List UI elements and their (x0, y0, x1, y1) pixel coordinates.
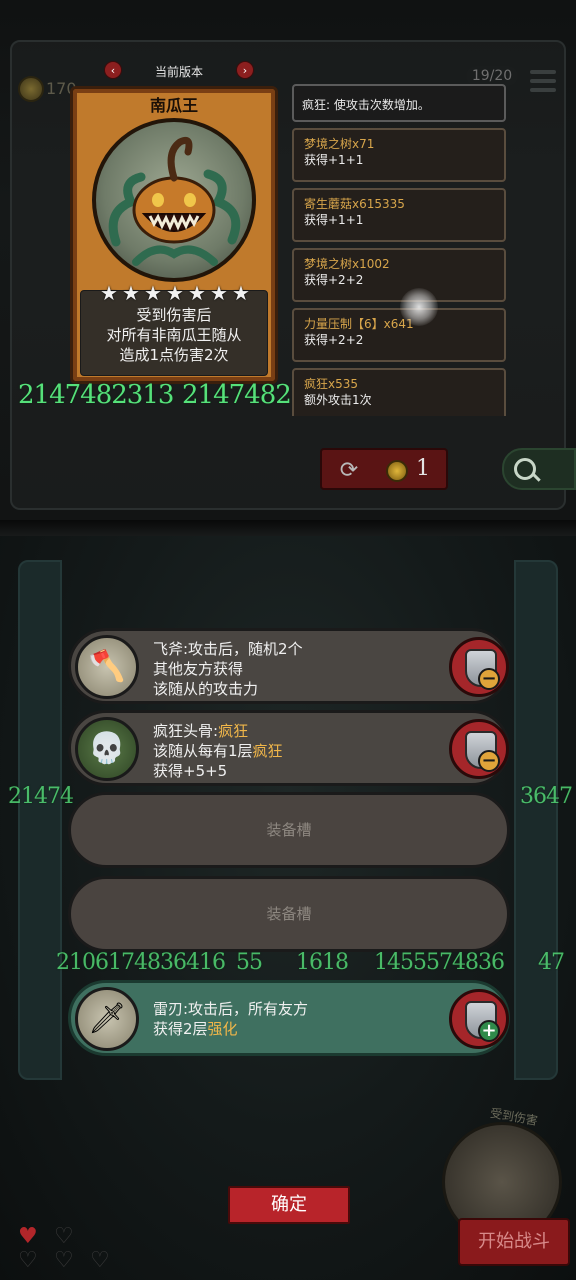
attack-value: 2147482313 (18, 380, 174, 410)
search-button[interactable] (502, 448, 576, 490)
buff-source: 梦境之树x1002 (304, 257, 390, 271)
keyword: 疯狂 (252, 742, 283, 760)
overlay-number: 1455574836 (374, 950, 505, 975)
desc-line: 该随从每有1层 (153, 742, 253, 760)
overlay-number: 2106174836416 (56, 950, 226, 975)
star-icon: ★ (232, 281, 250, 305)
minion-card[interactable]: 南瓜王 受到伤害后 对所有非南瓜王随从 造成1点伤害2次 ★ ★ ★ ★ ★ ★… (70, 86, 278, 384)
lives-indicator: ♥ ♡ ♡ ♡ ♡ (14, 1226, 114, 1276)
overlay-number: 21474 (8, 784, 74, 809)
skull-glyph: 💀 (88, 731, 126, 766)
search-icon-handle (532, 473, 541, 482)
star-icon: ★ (144, 281, 162, 305)
pumpkin-icon (108, 136, 241, 266)
card-desc-line: 受到伤害后 (136, 306, 212, 324)
equipment-slot-skull[interactable]: 💀 疯狂头骨:疯狂 该随从每有1层疯狂 获得+5+5 − (68, 710, 510, 786)
unequip-button[interactable]: − (449, 719, 509, 779)
health-value: 2147482 (182, 380, 292, 410)
desc-line: 飞斧:攻击后，随机2个 (153, 640, 303, 658)
star-icon: ★ (188, 281, 206, 305)
card-name: 南瓜王 (149, 96, 198, 115)
start-battle-button[interactable]: 开始战斗 (458, 1218, 570, 1266)
star-icon: ★ (100, 281, 118, 305)
star-icon: ★ (210, 281, 228, 305)
keyword: 疯狂 (218, 722, 249, 740)
buff-effect: 获得+2+2 (304, 333, 364, 347)
list-item: 梦境之树x71 获得+1+1 (292, 128, 506, 182)
list-item: 梦境之树x1002 获得+2+2 (292, 248, 506, 302)
blade-glyph: 🗡 (87, 1001, 127, 1036)
minus-icon: − (478, 750, 500, 772)
coin-icon (386, 460, 408, 482)
desc-line: 获得2层 (153, 1020, 208, 1038)
heart-icon: ♡ (90, 1248, 110, 1273)
equipment-slot-blade[interactable]: 🗡 雷刃:攻击后，所有友方 获得2层强化 + (68, 980, 510, 1056)
buff-effect: 获得+2+2 (304, 273, 364, 287)
list-item: 疯狂x535 额外攻击1次 (292, 368, 506, 416)
star-rating: ★ ★ ★ ★ ★ ★ ★ (100, 282, 250, 304)
buff-effect: 获得+1+1 (304, 153, 364, 167)
empty-equipment-slot[interactable]: 装备槽 (68, 876, 510, 952)
desc-line: 其他友方获得 (153, 660, 244, 678)
equipment-description: 疯狂头骨:疯狂 该随从每有1层疯狂 获得+5+5 (153, 721, 443, 781)
next-version-button[interactable]: › (236, 61, 254, 79)
heart-icon: ♥ (18, 1224, 38, 1249)
list-item: 寄生蘑菇x615335 获得+1+1 (292, 188, 506, 242)
menu-icon[interactable] (530, 70, 556, 94)
star-icon: ★ (122, 281, 140, 305)
version-label: 当前版本 (154, 65, 203, 79)
slot-label: 装备槽 (266, 821, 312, 839)
equip-button[interactable]: + (449, 989, 509, 1049)
desc-line: 雷刃:攻击后，所有友方 (153, 1000, 309, 1018)
buff-effect: 额外攻击1次 (304, 393, 372, 407)
equipment-description: 飞斧:攻击后，随机2个 其他友方获得 该随从的攻击力 (153, 639, 443, 699)
empty-equipment-slot[interactable]: 装备槽 (68, 792, 510, 868)
touch-indicator (400, 288, 438, 326)
desc-line: 该随从的攻击力 (153, 680, 259, 698)
unequip-button[interactable]: − (449, 637, 509, 697)
buff-history-list[interactable]: 梦境之树x71 获得+1+1 寄生蘑菇x615335 获得+1+1 梦境之树x1… (292, 128, 506, 416)
buff-source: 力量压制【6】x641 (304, 317, 414, 331)
version-switcher: ‹ 当前版本 › (104, 61, 254, 81)
list-item: 力量压制【6】x641 获得+2+2 (292, 308, 506, 362)
star-icon: ★ (166, 281, 184, 305)
heart-icon: ♡ (54, 1224, 74, 1249)
minion-counter: 19/20 (466, 66, 518, 86)
slot-label: 装备槽 (266, 905, 312, 923)
overlay-number: 1618 (296, 950, 349, 975)
desc-line: 疯狂头骨: (153, 722, 219, 740)
prev-version-button[interactable]: ‹ (104, 61, 122, 79)
buff-effect: 获得+1+1 (304, 213, 364, 227)
refresh-cost: 1 (416, 456, 430, 481)
panel-pillar-left (18, 560, 62, 1080)
blade-icon: 🗡 (75, 987, 139, 1051)
panel-pillar-right (514, 560, 558, 1080)
confirm-button[interactable]: 确定 (228, 1186, 350, 1224)
game-screen: 170 19/20 ‹ 当前版本 › 南瓜王 受到伤害后 对所有非南瓜王随从 造… (0, 0, 576, 1280)
axe-glyph: 🪓 (88, 649, 126, 684)
minus-icon: − (478, 668, 500, 690)
desc-line: 获得+5+5 (153, 762, 228, 780)
heart-icon: ♡ (54, 1248, 74, 1273)
plus-icon: + (478, 1020, 500, 1042)
heart-icon: ♡ (18, 1248, 38, 1273)
buff-source: 疯狂x535 (304, 377, 359, 391)
equipment-slot-axe[interactable]: 🪓 飞斧:攻击后，随机2个 其他友方获得 该随从的攻击力 − (68, 628, 510, 704)
skull-icon: 💀 (75, 717, 139, 781)
overlay-number: 3647 (520, 784, 573, 809)
pumpkin-king-portrait (92, 118, 256, 282)
buff-source: 寄生蘑菇x615335 (304, 197, 405, 211)
card-desc-line: 对所有非南瓜王随从 (106, 326, 242, 344)
overlay-number: 55 (236, 950, 263, 975)
axe-icon: 🪓 (75, 635, 139, 699)
buff-source: 梦境之树x71 (304, 137, 375, 151)
keyword: 强化 (207, 1020, 238, 1038)
refresh-icon: ⟳ (339, 458, 359, 483)
card-desc-line: 造成1点伤害2次 (119, 346, 229, 364)
keyword-tooltip: 疯狂: 使攻击次数增加。 (292, 84, 506, 122)
refresh-button[interactable]: ⟳ 1 (320, 448, 448, 490)
coin-icon (18, 76, 44, 102)
equipment-description: 雷刃:攻击后，所有友方 获得2层强化 (153, 999, 443, 1039)
overlay-number: 47 (538, 950, 565, 975)
